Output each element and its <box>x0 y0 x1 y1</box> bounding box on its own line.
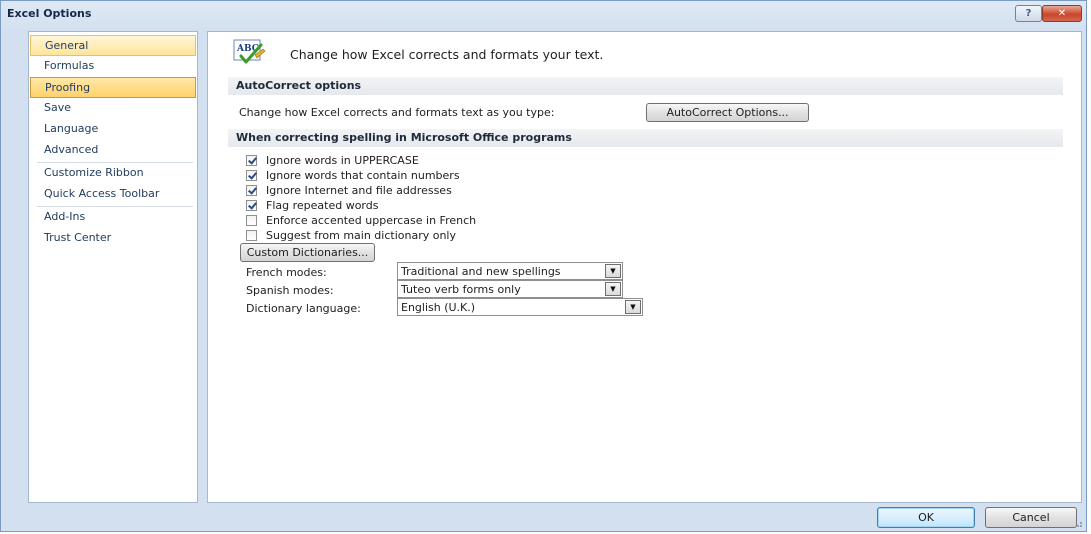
ok-button[interactable]: OK <box>877 507 975 528</box>
checkbox-box[interactable] <box>246 214 257 226</box>
checkbox-ignore-numbers[interactable]: Ignore words that contain numbers <box>246 168 460 182</box>
sidebar-item-save[interactable]: Save <box>30 98 196 119</box>
autocorrect-description: Change how Excel corrects and formats te… <box>239 106 555 119</box>
page-header-text: Change how Excel corrects and formats yo… <box>290 47 604 62</box>
checkbox-flag-repeated-words[interactable]: Flag repeated words <box>246 198 378 212</box>
french-modes-value: Traditional and new spellings <box>401 265 561 278</box>
sidebar-item-customize-ribbon[interactable]: Customize Ribbon <box>30 163 196 184</box>
abc-check-icon: ABC <box>233 39 266 64</box>
dictionary-language-select[interactable]: English (U.K.) ▼ <box>397 298 643 316</box>
checkbox-suggest-main-dictionary[interactable]: Suggest from main dictionary only <box>246 228 456 242</box>
sidebar-item-quick-access-toolbar[interactable]: Quick Access Toolbar <box>30 184 196 205</box>
spanish-modes-select[interactable]: Tuteo verb forms only ▼ <box>397 280 623 298</box>
checkbox-label: Flag repeated words <box>266 198 379 212</box>
resize-grip-icon[interactable] <box>1073 518 1083 528</box>
checkbox-box[interactable] <box>246 154 257 166</box>
sidebar-item-general[interactable]: General <box>30 35 196 56</box>
sidebar-item-add-ins[interactable]: Add-Ins <box>30 207 196 228</box>
title-bar: Excel Options ? ✕ <box>1 1 1086 27</box>
checkbox-label: Enforce accented uppercase in French <box>266 213 477 227</box>
options-sidebar: General Formulas Proofing Save Language … <box>28 31 198 503</box>
custom-dictionaries-button[interactable]: Custom Dictionaries... <box>240 243 375 262</box>
spanish-modes-value: Tuteo verb forms only <box>401 283 521 296</box>
dictionary-language-value: English (U.K.) <box>401 301 476 314</box>
checkbox-label: Suggest from main dictionary only <box>266 228 456 242</box>
chevron-down-icon[interactable]: ▼ <box>605 264 621 278</box>
close-icon: ✕ <box>1057 8 1067 19</box>
checkbox-box[interactable] <box>246 229 257 241</box>
autocorrect-section-header: AutoCorrect options <box>228 77 1063 95</box>
cancel-button[interactable]: Cancel <box>985 507 1077 528</box>
checkbox-label: Ignore words that contain numbers <box>266 168 460 182</box>
sidebar-item-advanced[interactable]: Advanced <box>30 140 196 161</box>
french-modes-select[interactable]: Traditional and new spellings ▼ <box>397 262 623 280</box>
checkbox-box[interactable] <box>246 199 257 211</box>
checkbox-box[interactable] <box>246 184 257 196</box>
excel-options-dialog: Excel Options ? ✕ General Formulas Proof… <box>0 0 1087 532</box>
checkbox-ignore-uppercase[interactable]: Ignore words in UPPERCASE <box>246 153 419 167</box>
spanish-modes-label: Spanish modes: <box>246 284 334 297</box>
sidebar-item-language[interactable]: Language <box>30 119 196 140</box>
sidebar-item-proofing[interactable]: Proofing <box>30 77 196 98</box>
proofing-panel: ABC Change how Excel corrects and format… <box>207 31 1082 503</box>
sidebar-item-formulas[interactable]: Formulas <box>30 56 196 77</box>
help-icon: ? <box>1025 8 1032 19</box>
chevron-down-icon[interactable]: ▼ <box>605 282 621 296</box>
checkbox-ignore-internet-addresses[interactable]: Ignore Internet and file addresses <box>246 183 452 197</box>
help-button[interactable]: ? <box>1015 5 1042 22</box>
checkbox-enforce-accented-french[interactable]: Enforce accented uppercase in French <box>246 213 476 227</box>
checkbox-label: Ignore Internet and file addresses <box>266 183 452 197</box>
close-button[interactable]: ✕ <box>1042 5 1082 22</box>
sidebar-item-trust-center[interactable]: Trust Center <box>30 228 196 249</box>
french-modes-label: French modes: <box>246 266 327 279</box>
checkbox-label: Ignore words in UPPERCASE <box>266 153 419 167</box>
spelling-section-header: When correcting spelling in Microsoft Of… <box>228 129 1063 147</box>
autocorrect-options-button[interactable]: AutoCorrect Options... <box>646 103 809 122</box>
chevron-down-icon[interactable]: ▼ <box>625 300 641 314</box>
checkbox-box[interactable] <box>246 169 257 181</box>
dictionary-language-label: Dictionary language: <box>246 302 361 315</box>
dialog-title: Excel Options <box>7 7 92 20</box>
